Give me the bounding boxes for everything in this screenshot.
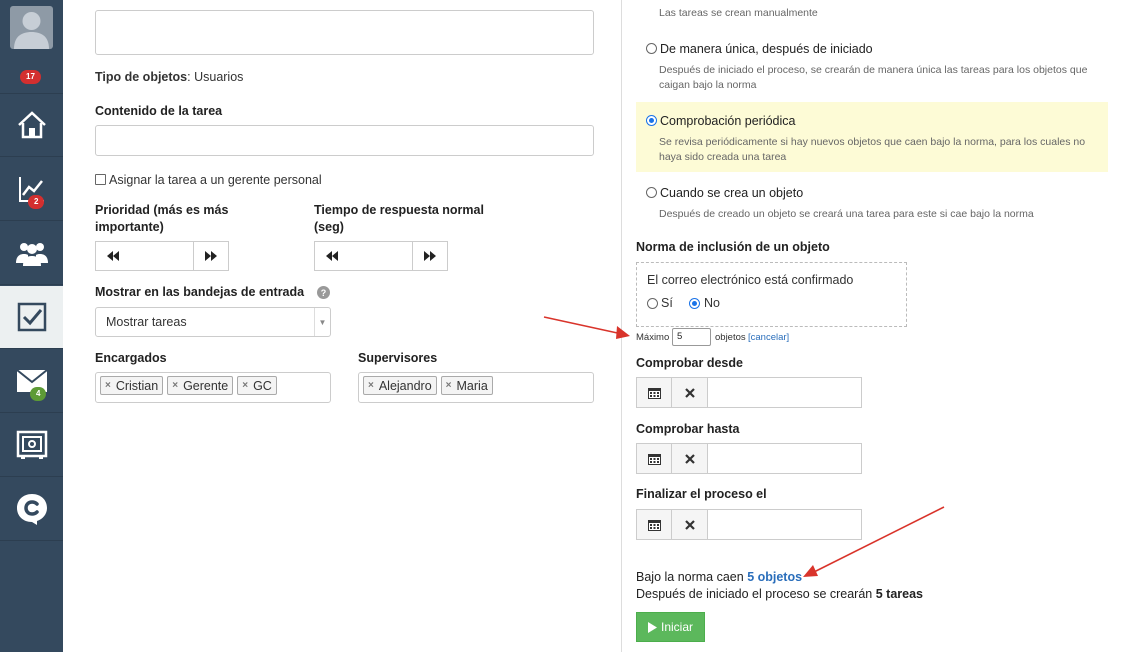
arrow-to-max-objects [543, 316, 630, 339]
annotation-arrows [543, 316, 945, 577]
arrow-to-summary [803, 506, 945, 577]
